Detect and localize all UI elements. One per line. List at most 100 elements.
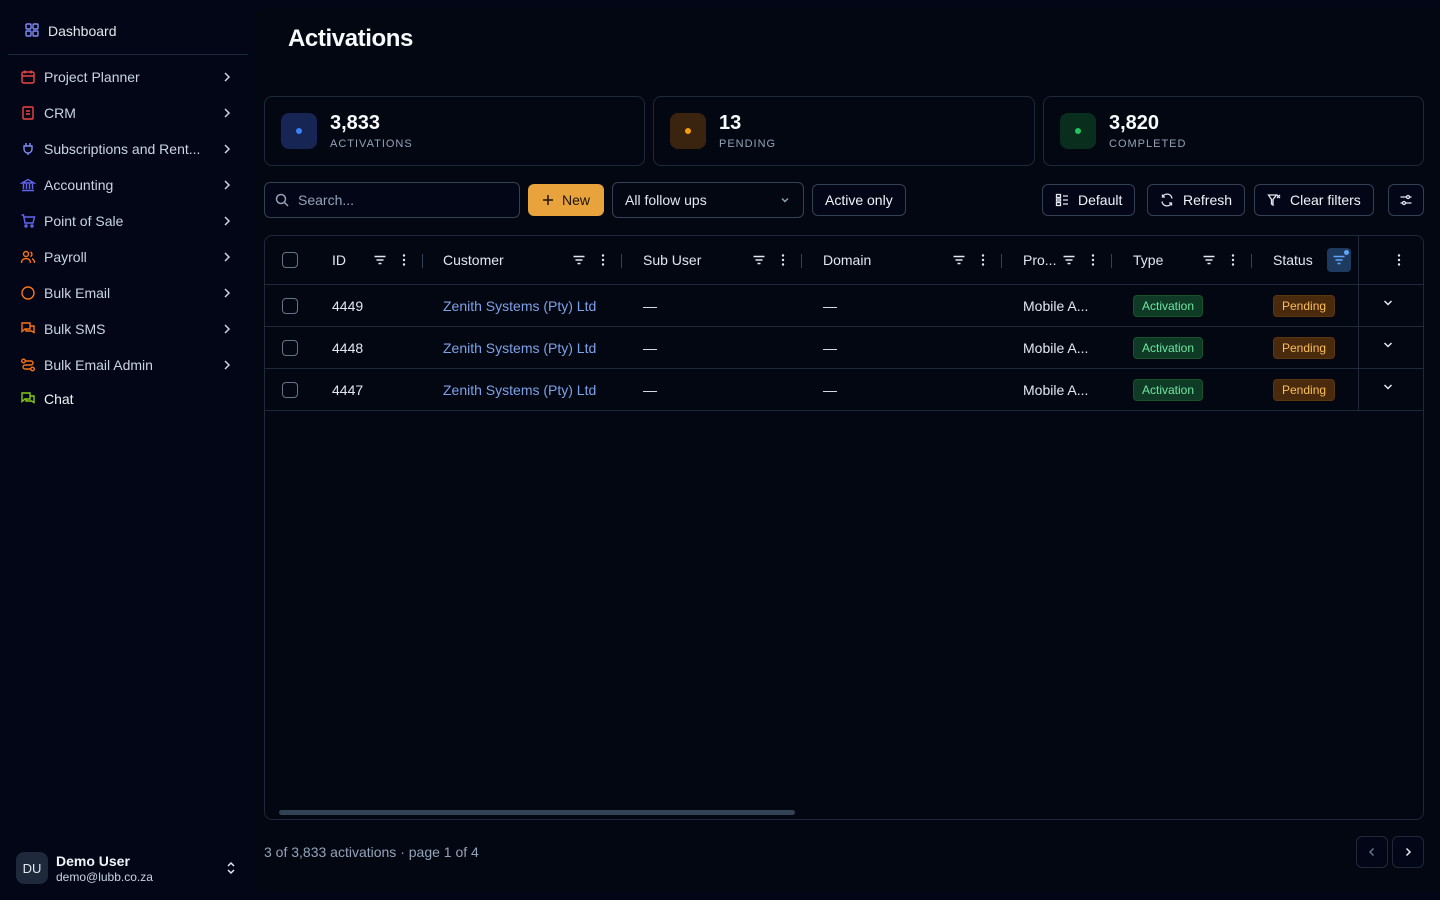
filter-icon[interactable] (372, 252, 388, 268)
select-all-checkbox[interactable] (282, 252, 298, 268)
column-header-domain[interactable]: Domain (823, 236, 1002, 284)
column-header-customer[interactable]: Customer (443, 236, 622, 284)
column-header-sub-user[interactable]: Sub User (643, 236, 802, 284)
stat-value: 3,820 (1109, 112, 1160, 134)
column-resizer[interactable] (801, 254, 802, 268)
row-checkbox[interactable] (282, 297, 298, 314)
column-menu-icon[interactable] (595, 252, 611, 268)
table-row[interactable]: 4447 Zenith Systems (Pty) Ltd — — Mobile… (265, 369, 1423, 411)
column-menu-icon[interactable] (975, 252, 991, 268)
column-resizer[interactable] (1001, 254, 1002, 268)
row-checkbox[interactable] (282, 339, 298, 356)
table-settings-button[interactable] (1388, 184, 1424, 216)
column-resizer[interactable] (1111, 254, 1112, 268)
row-expand-button[interactable] (1375, 290, 1401, 316)
row-expand-button[interactable] (1375, 374, 1401, 400)
type-badge: Activation (1133, 336, 1204, 359)
active-only-label: Active only (825, 192, 893, 208)
sidebar-item-project-planner[interactable]: Project Planner (8, 59, 248, 95)
sidebar-item-payroll[interactable]: Payroll (8, 239, 248, 275)
cell-type: Activation (1133, 285, 1204, 326)
stat-dot-icon (670, 113, 706, 149)
plug-icon (20, 141, 36, 157)
chevron-down-icon (779, 194, 791, 206)
circle-icon (20, 285, 36, 301)
column-menu-icon[interactable] (775, 252, 791, 268)
chevron-right-icon (220, 70, 234, 84)
filter-icon[interactable] (751, 252, 767, 268)
sidebar-item-label: Bulk Email (44, 285, 111, 301)
filter-icon[interactable] (571, 252, 587, 268)
sidebar-item-label: Payroll (44, 249, 87, 265)
sidebar-item-accounting[interactable]: Accounting (8, 167, 248, 203)
table-menu-cell (1391, 236, 1407, 284)
active-filter-icon[interactable] (1327, 248, 1351, 272)
chevron-right-icon (220, 142, 234, 156)
row-expand-button[interactable] (1375, 332, 1401, 358)
new-button[interactable]: New (528, 184, 604, 216)
plus-icon (542, 194, 554, 206)
user-menu[interactable]: DU Demo User demo@lubb.co.za (16, 852, 248, 884)
follow-ups-select[interactable]: All follow ups (612, 182, 804, 218)
column-resizer[interactable] (1251, 254, 1252, 268)
table-row[interactable]: 4449 Zenith Systems (Pty) Ltd — — Mobile… (265, 285, 1423, 327)
table-row[interactable]: 4448 Zenith Systems (Pty) Ltd — — Mobile… (265, 327, 1423, 369)
cell-customer-link[interactable]: Zenith Systems (Pty) Ltd (443, 285, 596, 326)
stat-dot-icon (281, 113, 317, 149)
search-box (264, 182, 520, 218)
search-icon (275, 193, 289, 207)
table-menu-icon[interactable] (1391, 252, 1407, 268)
clear-filters-button[interactable]: Clear filters (1254, 184, 1374, 216)
row-checkbox-cell (282, 327, 298, 368)
next-page-button[interactable] (1392, 836, 1424, 868)
pinned-column-divider (1358, 236, 1359, 411)
filter-icon[interactable] (951, 252, 967, 268)
sidebar-item-dashboard[interactable]: Dashboard (8, 8, 248, 55)
search-input[interactable] (298, 192, 498, 208)
filter-icon[interactable] (1061, 252, 1077, 268)
stat-caption: PENDING (719, 138, 777, 150)
default-view-button[interactable]: Default (1042, 184, 1136, 216)
column-resizer[interactable] (621, 254, 622, 268)
filter-icon[interactable] (1201, 252, 1217, 268)
sidebar-item-chat[interactable]: Chat (8, 383, 248, 415)
cell-sub-user: — (643, 339, 657, 356)
sidebar-item-bulk-sms[interactable]: Bulk SMS (8, 311, 248, 347)
receipt-icon (20, 105, 36, 121)
column-header-status[interactable]: Status (1273, 236, 1351, 284)
sidebar-item-crm[interactable]: CRM (8, 95, 248, 131)
cell-status: Pending (1273, 285, 1336, 326)
active-only-button[interactable]: Active only (812, 184, 906, 216)
sidebar-item-point-of-sale[interactable]: Point of Sale (8, 203, 248, 239)
cell-sub-user: — (643, 381, 657, 398)
default-view-label: Default (1078, 192, 1123, 208)
column-menu-icon[interactable] (1085, 252, 1101, 268)
row-checkbox-cell (282, 369, 298, 410)
column-menu-icon[interactable] (1225, 252, 1241, 268)
cell-product: Mobile A... (1023, 381, 1089, 398)
horizontal-scrollbar[interactable] (279, 810, 795, 815)
sidebar-item-label: Chat (44, 391, 74, 407)
previous-page-button[interactable] (1356, 836, 1388, 868)
row-checkbox[interactable] (282, 381, 298, 398)
sidebar-item-label: Subscriptions and Rent... (44, 141, 201, 157)
cell-customer-link[interactable]: Zenith Systems (Pty) Ltd (443, 327, 596, 368)
stat-card-completed: 3,820 COMPLETED (1043, 96, 1424, 166)
column-menu-icon[interactable] (396, 252, 412, 268)
column-header-label: Type (1133, 252, 1164, 268)
sidebar-item-bulk-email-admin[interactable]: Bulk Email Admin (8, 347, 248, 383)
sidebar-item-bulk-email[interactable]: Bulk Email (8, 275, 248, 311)
column-resizer[interactable] (422, 254, 423, 268)
sidebar-item-subscriptions[interactable]: Subscriptions and Rent... (8, 131, 248, 167)
column-header-label: ID (332, 252, 346, 268)
chevron-right-icon (220, 286, 234, 300)
cell-customer-link[interactable]: Zenith Systems (Pty) Ltd (443, 369, 596, 410)
refresh-button[interactable]: Refresh (1147, 184, 1246, 216)
sidebar-item-label: Project Planner (44, 69, 140, 85)
column-header-type[interactable]: Type (1133, 236, 1252, 284)
column-header-product[interactable]: Pro... (1023, 236, 1112, 284)
status-badge: Pending (1273, 294, 1336, 317)
column-header-id[interactable]: ID (332, 236, 423, 284)
messages-icon (20, 321, 36, 337)
chevron-right-icon (220, 214, 234, 228)
